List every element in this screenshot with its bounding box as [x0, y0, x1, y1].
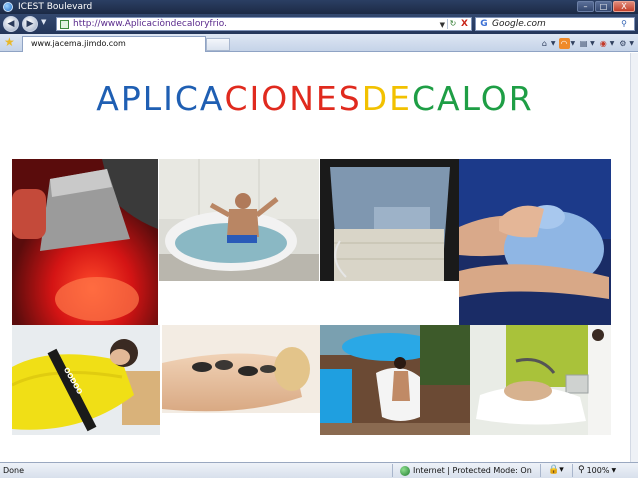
status-divider — [540, 464, 541, 477]
printer-icon: ▤ — [579, 38, 588, 48]
chevron-down-icon: ▼ — [629, 39, 634, 47]
heating-pad-photo — [320, 159, 459, 281]
rss-icon: ◠ — [558, 37, 570, 49]
hot-water-bag-photo — [459, 159, 611, 325]
window-controls: – □ X — [577, 1, 635, 13]
zoom-icon: ⚲ — [578, 465, 585, 475]
gear-icon: ⚙ — [619, 38, 627, 48]
title-part: CIONES — [224, 79, 362, 118]
address-url[interactable]: http://www.Aplicaciòndecaloryfrio. — [73, 18, 227, 30]
address-bar[interactable]: http://www.Aplicaciòndecaloryfrio. ▼ ↻ X — [56, 17, 472, 31]
navigation-bar: ◀ ▶ ▼ http://www.Aplicaciòndecaloryfrio.… — [0, 14, 638, 34]
address-dropdown[interactable]: ▼ — [440, 19, 445, 31]
chevron-down-icon: ▼ — [550, 39, 556, 47]
tab-bar: ★ www.jacema.jimdo.com ⌂ ▼ ◠ ▼ ▤ ▼ ◉ ▼ ⚙ ▼ — [0, 34, 638, 52]
ie-icon — [3, 2, 13, 12]
arrow-right-icon: ▶ — [26, 19, 34, 29]
title-part: DE — [361, 79, 412, 118]
chevron-down-icon: ▼ — [41, 18, 47, 26]
page-content: APLICACIONES DE CALOR OODOO — [0, 53, 630, 462]
title-part: CALOR — [411, 79, 534, 118]
close-button[interactable]: X — [613, 1, 635, 12]
status-divider — [392, 464, 393, 477]
chevron-down-icon: ▼ — [570, 39, 576, 47]
tab-jacema[interactable]: www.jacema.jimdo.com — [22, 36, 206, 52]
globe-icon — [400, 465, 410, 476]
tools-button[interactable]: ⚙ ▼ — [617, 36, 634, 50]
vertical-scrollbar[interactable] — [630, 53, 638, 462]
page-menu-button[interactable]: ◉ ▼ — [598, 36, 615, 50]
page-menu-icon: ◉ — [599, 38, 607, 48]
arrow-left-icon: ◀ — [7, 19, 15, 29]
page-title: APLICACIONES DE CALOR — [0, 79, 630, 119]
print-button[interactable]: ▤ ▼ — [578, 36, 595, 50]
infrared-lamp-photo — [12, 159, 158, 325]
command-bar: ⌂ ▼ ◠ ▼ ▤ ▼ ◉ ▼ ⚙ ▼ — [539, 36, 634, 50]
chevron-down-icon: ▼ — [439, 21, 445, 29]
lock-icon[interactable]: 🔒▾ — [548, 463, 564, 478]
back-button[interactable]: ◀ — [3, 16, 19, 32]
new-tab-button[interactable] — [206, 38, 230, 51]
maximize-button[interactable]: □ — [595, 1, 612, 12]
search-button[interactable]: ⚲ — [616, 19, 632, 29]
pool-spa-photo — [320, 325, 470, 435]
chevron-down-icon: ▼ — [611, 467, 617, 474]
home-icon: ⌂ — [541, 38, 547, 48]
therapy-room-photo — [470, 325, 611, 435]
favorites-star-icon[interactable]: ★ — [4, 36, 15, 49]
window-title-bar: ICEST Boulevard – □ X — [0, 0, 638, 14]
forward-button[interactable]: ▶ — [22, 16, 38, 32]
status-bar: Done Internet | Protected Mode: On 🔒▾ ⚲ … — [0, 462, 638, 478]
window-title: ICEST Boulevard — [18, 2, 93, 12]
chevron-down-icon: ▼ — [590, 39, 595, 47]
wrap-treatment-photo: OODOO — [12, 325, 160, 435]
refresh-button[interactable]: ↻ — [447, 19, 458, 29]
feeds-button[interactable]: ◠ ▼ — [558, 36, 576, 50]
status-text: Done — [3, 466, 25, 475]
hot-stone-massage-photo — [162, 325, 320, 435]
search-box[interactable]: G Google.com ⚲ — [475, 17, 635, 31]
google-icon: G — [480, 19, 488, 29]
title-part: APLICA — [96, 79, 225, 118]
zoom-control[interactable]: ⚲ 100% ▼ — [578, 463, 616, 478]
whirlpool-tub-photo — [159, 159, 319, 281]
chevron-down-icon: ▼ — [609, 39, 615, 47]
search-input[interactable]: Google.com — [492, 18, 546, 30]
zone-text: Internet | Protected Mode: On — [413, 466, 532, 475]
minimize-button[interactable]: – — [577, 1, 594, 12]
page-icon — [60, 20, 69, 29]
home-button[interactable]: ⌂ ▼ — [539, 36, 556, 50]
recent-pages-dropdown[interactable]: ▼ — [41, 18, 46, 26]
security-zone[interactable]: Internet | Protected Mode: On — [400, 463, 532, 478]
stop-button[interactable]: X — [459, 19, 470, 29]
status-divider — [572, 464, 573, 477]
zoom-level: 100% — [586, 466, 610, 475]
